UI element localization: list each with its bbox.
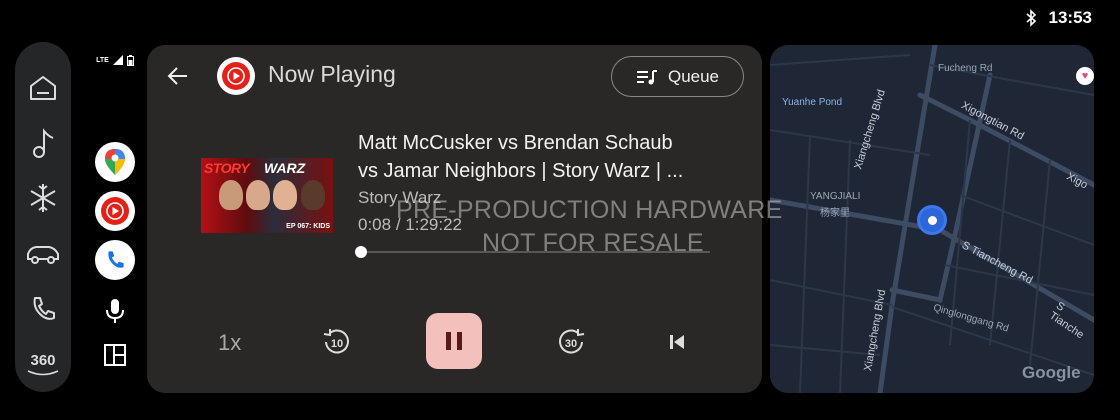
status-bar: 13:53 xyxy=(1025,8,1092,28)
queue-label: Queue xyxy=(667,66,720,86)
progress-scrubber[interactable] xyxy=(354,246,367,258)
artwork-face xyxy=(273,180,297,210)
phone-icon xyxy=(33,296,55,320)
voice-assistant-button[interactable] xyxy=(105,298,125,329)
battery-icon xyxy=(126,54,134,66)
source-app-logo xyxy=(217,57,255,95)
artwork-brand-white: WARZ xyxy=(264,160,306,176)
signal-status: LTE xyxy=(96,50,134,70)
phone-app-icon xyxy=(108,251,124,268)
replay-10-label: 10 xyxy=(331,338,343,350)
queue-icon xyxy=(636,69,657,84)
queue-button[interactable]: Queue xyxy=(611,56,744,97)
forward-30-label: 30 xyxy=(565,338,577,350)
dashboard-grid-icon xyxy=(104,344,126,366)
android-auto-screen: 13:53 360 LTE Now Playing Queue STORY WA… xyxy=(0,0,1120,420)
skip-previous-button[interactable] xyxy=(665,330,689,354)
skip-previous-icon xyxy=(670,335,684,349)
clock: 13:53 xyxy=(1048,8,1092,27)
vehicle-button[interactable] xyxy=(21,226,65,281)
phone-button[interactable] xyxy=(21,281,65,336)
watermark-line2: NOT FOR RESALE xyxy=(482,229,704,257)
youtube-music-icon xyxy=(101,197,129,225)
artwork-brand-red: STORY xyxy=(204,160,250,176)
album-artwork[interactable]: STORY WARZ EP 067: KIDS xyxy=(201,158,333,233)
artwork-episode: EP 067: KIDS xyxy=(286,223,330,230)
climate-button[interactable] xyxy=(21,171,65,226)
artwork-face xyxy=(246,180,270,210)
google-maps-app[interactable] xyxy=(95,142,135,182)
rewind-10-button[interactable]: 10 xyxy=(320,325,354,359)
track-title-line1: Matt McCusker vs Brendan Schaub xyxy=(358,132,673,154)
artwork-face xyxy=(301,180,325,210)
arrow-back-icon xyxy=(167,67,187,85)
time-current: 0:08 xyxy=(358,215,392,234)
360-camera-button[interactable]: 360 xyxy=(21,337,65,392)
360-arc-icon xyxy=(27,370,59,376)
climate-icon xyxy=(30,184,56,213)
map-label: Fucheng Rd xyxy=(938,63,993,74)
map-label: YANGJIALI xyxy=(810,191,861,202)
car-icon xyxy=(27,245,59,264)
signal-icon xyxy=(112,55,123,65)
pause-button[interactable] xyxy=(426,313,482,369)
microphone-icon xyxy=(106,299,124,323)
playback-speed-button[interactable]: 1x xyxy=(218,330,241,356)
google-maps-icon xyxy=(105,149,125,175)
youtube-music-app[interactable] xyxy=(95,191,135,231)
replay-10-icon: 10 xyxy=(323,329,349,354)
current-location-icon xyxy=(917,205,947,235)
artwork-face xyxy=(219,180,243,210)
home-icon xyxy=(30,75,56,100)
forward-30-icon: 30 xyxy=(559,329,585,354)
music-note-icon xyxy=(33,128,54,158)
home-button[interactable] xyxy=(21,60,65,115)
google-logo: Google xyxy=(1022,363,1081,382)
dashboard-button[interactable] xyxy=(103,343,127,372)
app-launcher-column: LTE xyxy=(90,42,140,392)
favorite-place-icon[interactable]: ♥ xyxy=(1076,67,1094,85)
track-title: Matt McCusker vs Brendan Schaub vs Jamar… xyxy=(358,129,708,185)
track-title-line2: vs Jamar Neighbors | Story Warz | ... xyxy=(358,160,684,182)
network-label: LTE xyxy=(96,56,109,64)
page-title: Now Playing xyxy=(268,61,396,87)
phone-app[interactable] xyxy=(95,240,135,280)
back-button[interactable] xyxy=(167,65,195,89)
map-label: 杨家里 xyxy=(820,208,850,219)
360-camera-icon: 360 xyxy=(30,351,56,369)
map-label: Yuanhe Pond xyxy=(782,97,843,108)
youtube-music-icon xyxy=(222,62,250,90)
music-button[interactable] xyxy=(21,115,65,170)
map-view[interactable]: Fucheng Rd Yuanhe Pond Xigongtian Rd Xia… xyxy=(770,45,1094,393)
watermark-line1: PRE-PRODUCTION HARDWARE xyxy=(396,196,783,224)
forward-30-button[interactable]: 30 xyxy=(554,325,588,359)
pause-icon xyxy=(446,332,462,350)
system-rail: 360 xyxy=(15,42,71,392)
bluetooth-icon xyxy=(1025,9,1036,27)
